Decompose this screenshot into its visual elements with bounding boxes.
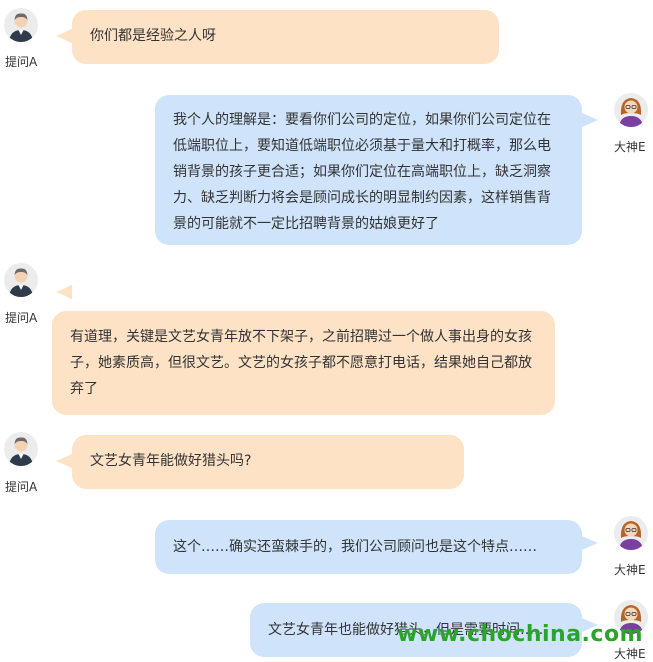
female-avatar-icon[interactable] [614,93,648,127]
sender-name: 提问A [5,311,38,325]
sender-name: 提问A [5,480,38,494]
sender-name: 大神E [614,140,646,154]
sender-name: 大神E [614,647,646,661]
message-bubble: 我个人的理解是：要看你们公司的定位，如果你们公司定位在低端职位上，要知道低端职位… [155,95,582,245]
bubble-tail [56,454,72,468]
sender-name: 提问A [5,55,38,69]
sender-name: 大神E [614,563,646,577]
bubble-tail [582,113,598,127]
bubble-tail [56,29,72,43]
message-bubble: 你们都是经验之人呀 [72,10,499,64]
male-avatar-icon[interactable] [4,8,38,42]
message-bubble: 有道理，关键是文艺女青年放不下架子，之前招聘过一个做人事出身的女孩子，她素质高，… [52,311,555,415]
male-avatar-icon[interactable] [4,432,38,466]
bubble-tail [582,536,598,550]
bubble-tail [56,285,72,299]
message-bubble: 文艺女青年能做好猎头吗? [72,435,464,489]
message-bubble: 这个……确实还蛮棘手的，我们公司顾问也是这个特点…… [155,520,582,574]
male-avatar-icon[interactable] [4,263,38,297]
female-avatar-icon[interactable] [614,516,648,550]
watermark: www.chochina.com [397,622,643,647]
